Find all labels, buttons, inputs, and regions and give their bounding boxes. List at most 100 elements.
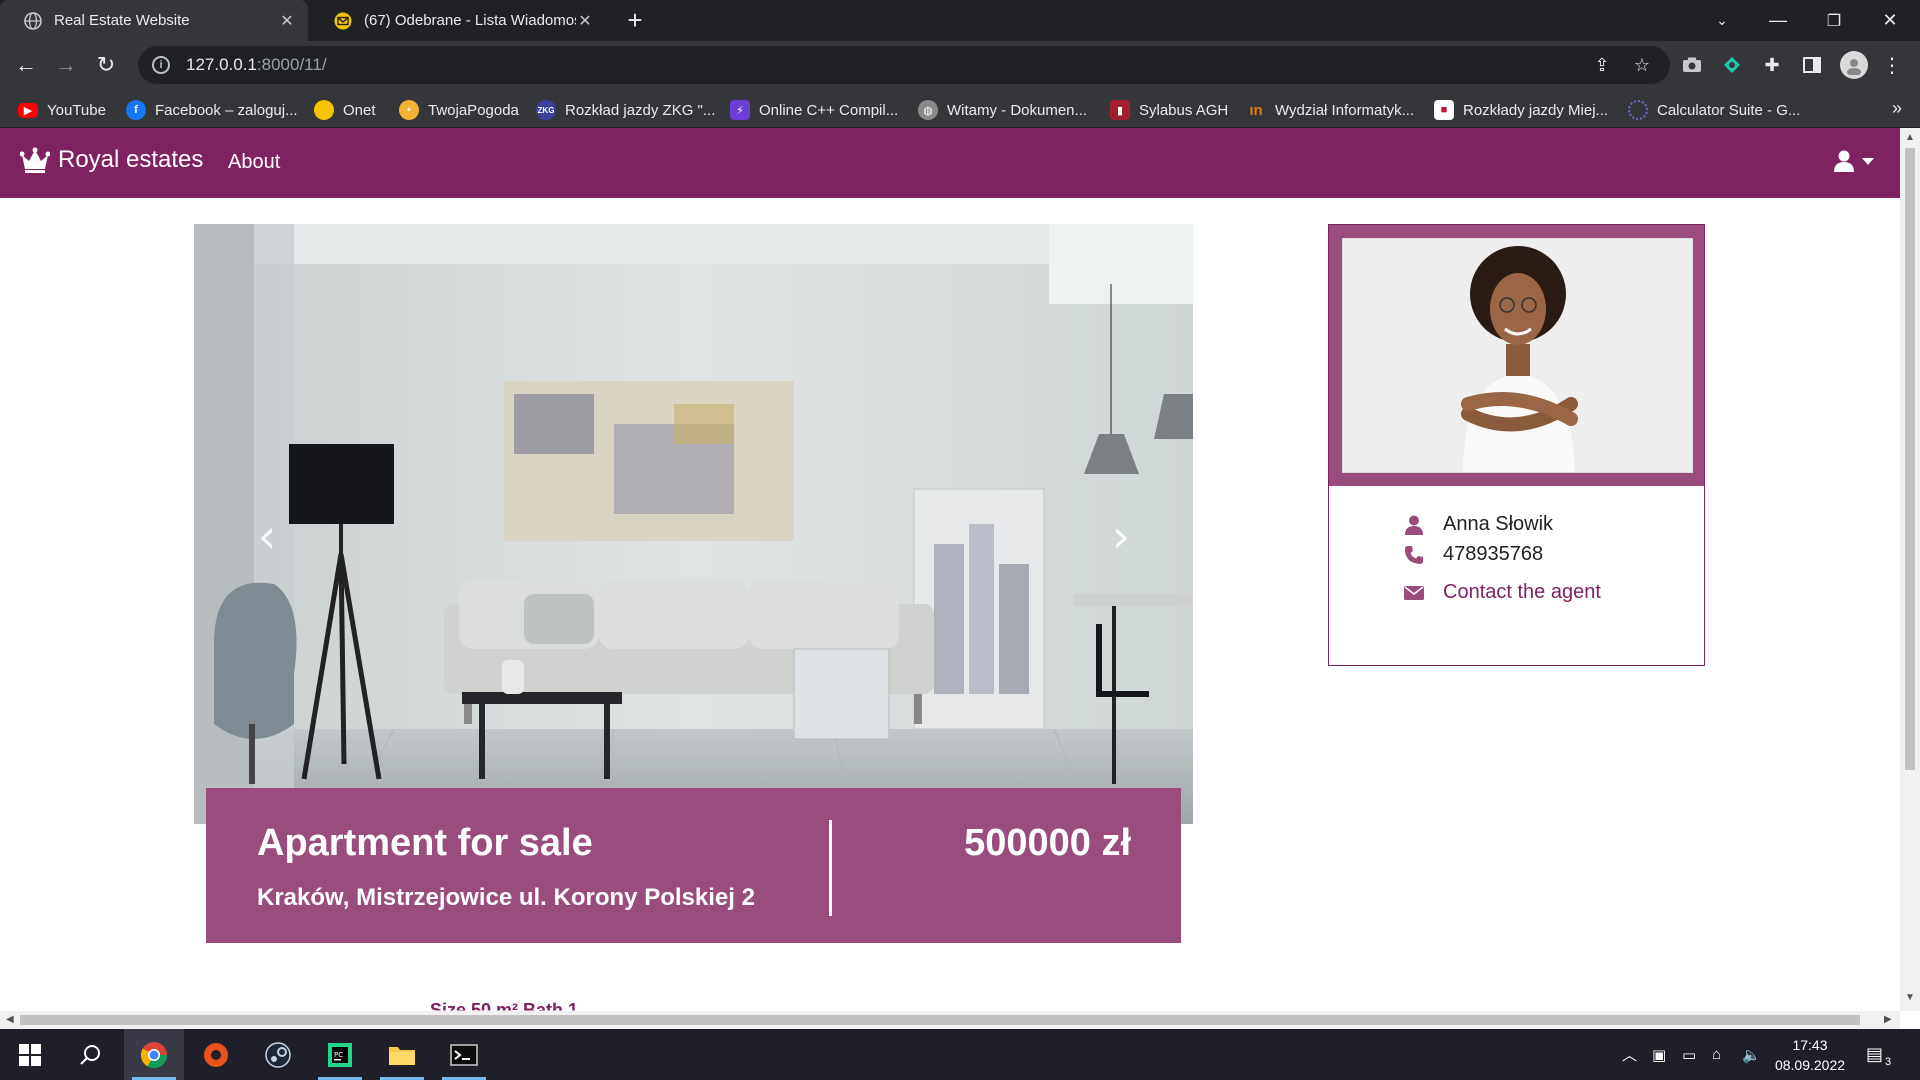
user-dropdown[interactable]	[1834, 150, 1874, 172]
scroll-up-icon[interactable]: ▲	[1905, 132, 1915, 143]
bookmark-rozklady-jazdy[interactable]: ■ Rozkłady jazdy Miej...	[1434, 99, 1608, 121]
app-icon	[204, 1042, 228, 1067]
show-hidden-icons[interactable]: ︿	[1622, 1029, 1637, 1080]
share-icon[interactable]: ⇪	[1586, 49, 1618, 81]
camera-extension-icon[interactable]	[1680, 53, 1704, 77]
minimize-button[interactable]: —	[1750, 0, 1806, 41]
scroll-left-icon[interactable]: ◀	[6, 1014, 14, 1025]
reload-button[interactable]: ↻	[90, 49, 122, 81]
agent-card: Anna Słowik 478935768 Contact the agent	[1328, 224, 1705, 666]
start-button[interactable]	[0, 1029, 60, 1080]
steam-icon	[265, 1041, 291, 1068]
bookmark-label: Facebook – zaloguj...	[155, 101, 298, 119]
search-icon	[80, 1044, 100, 1065]
bolt-icon: ⚡	[730, 100, 750, 120]
bookmark-label: Rozkład jazdy ZKG "...	[565, 101, 716, 119]
battery-icon[interactable]: ▭	[1682, 1029, 1696, 1080]
kebab-menu-icon[interactable]: ⋮	[1880, 53, 1904, 77]
folder-icon	[389, 1046, 415, 1065]
contact-agent-row[interactable]: Contact the agent	[1403, 581, 1601, 604]
bookmark-sylabus-agh[interactable]: ▮ Sylabus AGH	[1110, 99, 1228, 121]
forward-button[interactable]: →	[50, 49, 82, 81]
taskbar-file-explorer[interactable]	[372, 1029, 432, 1080]
close-icon[interactable]: ✕	[278, 11, 296, 31]
envelope-icon	[1403, 582, 1425, 604]
agent-name-row: Anna Słowik	[1403, 513, 1553, 536]
side-panel-icon[interactable]	[1800, 53, 1824, 77]
taskbar-pycharm[interactable]: PC	[310, 1029, 370, 1080]
new-tab-button[interactable]: +	[620, 6, 650, 36]
crown-icon	[20, 147, 50, 173]
carousel-next-button[interactable]: ›	[1106, 513, 1136, 559]
site-info-icon[interactable]: i	[152, 56, 170, 74]
taskbar-app-orange[interactable]	[186, 1029, 246, 1080]
brand-link[interactable]: Royal estates	[20, 146, 203, 174]
agent-phone-row: 478935768	[1403, 543, 1543, 566]
bookmark-twojapogoda[interactable]: • TwojaPogoda	[399, 99, 519, 121]
windows-icon	[19, 1043, 41, 1066]
listing-price: 500000 zł	[964, 822, 1131, 864]
network-icon[interactable]: ⌂	[1712, 1029, 1721, 1080]
bookmark-label: Calculator Suite - G...	[1657, 101, 1801, 119]
profile-avatar[interactable]	[1840, 51, 1868, 79]
more-bookmarks-icon[interactable]: »	[1892, 98, 1902, 119]
tab-odebrane[interactable]: (67) Odebrane - Lista Wiadomości ✕	[310, 0, 606, 41]
tab-real-estate-website[interactable]: Real Estate Website ✕	[0, 0, 308, 41]
tray-app-icon[interactable]: ▣	[1652, 1029, 1666, 1080]
taskbar-terminal[interactable]	[434, 1029, 494, 1080]
close-window-button[interactable]: ✕	[1862, 0, 1918, 41]
taskbar-chrome[interactable]	[124, 1029, 184, 1080]
back-button[interactable]: ←	[10, 49, 42, 81]
bookmark-wydzial[interactable]: ın Wydział Informatyk...	[1246, 99, 1414, 121]
listing-title: Apartment for sale	[257, 822, 593, 864]
brand-name: Royal estates	[58, 146, 204, 173]
bookmark-onet[interactable]: Onet	[314, 99, 376, 121]
restore-button[interactable]: ❐	[1806, 0, 1862, 41]
bookmark-cpp-compiler[interactable]: ⚡ Online C++ Compil...	[730, 99, 898, 121]
scroll-right-icon[interactable]: ▶	[1884, 1014, 1892, 1025]
scrollbar-thumb[interactable]	[20, 1015, 1860, 1025]
weather-icon: •	[399, 100, 419, 120]
bookmark-witamy[interactable]: ◍ Witamy - Dokumen...	[918, 99, 1087, 121]
divider	[829, 820, 832, 916]
youtube-icon: ▶	[18, 102, 38, 118]
bookmark-star-icon[interactable]: ☆	[1626, 49, 1658, 81]
tab-search-icon[interactable]: ⌄	[1694, 0, 1750, 41]
notifications-button[interactable]: ▤ 3	[1866, 1029, 1891, 1080]
bookmark-label: Wydział Informatyk...	[1275, 101, 1415, 119]
contact-agent-link[interactable]: Contact the agent	[1443, 581, 1601, 604]
windows-taskbar: PC ︿ ▣ ▭ ⌂ 🔈 17:43 08.09.2022 ▤ 3	[0, 1029, 1920, 1080]
agent-phone: 478935768	[1443, 543, 1544, 565]
puzzle-extensions-icon[interactable]: ✚	[1760, 53, 1784, 77]
vertical-scrollbar[interactable]: ▲ ▼	[1900, 128, 1920, 1011]
taskbar-clock[interactable]: 17:43 08.09.2022	[1770, 1035, 1850, 1075]
bookmark-facebook[interactable]: f Facebook – zaloguj...	[126, 99, 298, 121]
listing-summary: Apartment for sale Kraków, Mistrzejowice…	[206, 788, 1181, 943]
agent-photo-frame	[1329, 225, 1704, 486]
volume-icon[interactable]: 🔈	[1742, 1029, 1761, 1080]
search-button[interactable]	[60, 1029, 120, 1080]
close-icon[interactable]: ✕	[576, 11, 594, 31]
agent-photo	[1342, 238, 1693, 473]
terminal-icon	[450, 1043, 478, 1066]
property-photo	[194, 224, 1193, 824]
bookmark-zkg[interactable]: ZKG Rozkład jazdy ZKG "...	[536, 99, 715, 121]
chrome-icon	[140, 1041, 168, 1068]
facebook-icon: f	[126, 100, 146, 120]
scroll-down-icon[interactable]: ▼	[1905, 992, 1915, 1003]
user-icon	[1403, 514, 1425, 536]
notification-count: 3	[1885, 1055, 1892, 1068]
bookmark-label: YouTube	[47, 101, 106, 119]
horizontal-scrollbar[interactable]: ◀ ▶	[0, 1011, 1900, 1029]
address-bar[interactable]: i 127.0.0.1:8000/11/	[138, 46, 1670, 84]
property-carousel[interactable]: ‹ ›	[194, 224, 1193, 824]
geogebra-icon	[1628, 100, 1648, 120]
bookmark-calculator-suite[interactable]: Calculator Suite - G...	[1628, 99, 1800, 121]
taskbar-steam[interactable]	[248, 1029, 308, 1080]
scrollbar-thumb[interactable]	[1905, 148, 1915, 770]
browser-toolbar: ← → ↻ i 127.0.0.1:8000/11/ ⇪ ☆ ✚ ⋮	[0, 41, 1920, 90]
nav-about-link[interactable]: About	[228, 151, 280, 174]
carousel-prev-button[interactable]: ‹	[252, 513, 282, 559]
extension-icon[interactable]	[1720, 53, 1744, 77]
bookmark-youtube[interactable]: ▶ YouTube	[18, 99, 106, 121]
